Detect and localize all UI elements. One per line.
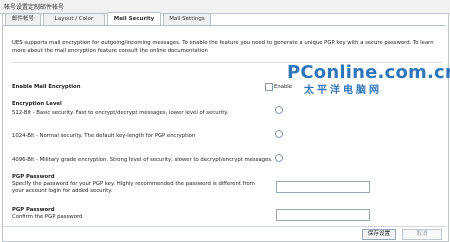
intro-text: UES supports mail encryption for outgoin… [12,40,434,54]
tab-mail-settings[interactable]: Mail Settings [163,13,211,25]
tab-content [3,25,446,239]
encryption-1024-radio[interactable] [275,130,283,138]
tab-label: 邮件帐号 [11,16,34,22]
pgp-password-confirm-help: Confirm the PGP password [12,214,83,220]
enable-mail-encryption-checkbox[interactable] [265,83,273,91]
pconline-watermark: PConline.com.cn 太平洋电脑网 [287,62,450,96]
encryption-option-1024: 1024-Bit - Normal security. The default … [12,133,196,139]
pgp-password-help: Specify the password for your PGP key. H… [12,181,255,194]
encryption-level-heading: Encryption Level [12,101,62,107]
window-titlebar: 帐号设置定制邮件帐号 [0,0,450,14]
watermark-brand-text: PConline.com.cn [287,62,450,83]
tab-layout-color[interactable]: Layout / Color [43,13,105,25]
watermark-brand-cn-text: 太平洋电脑网 [304,85,382,96]
tab-mail-security[interactable]: Mail Security [107,12,161,26]
tab-label: Mail Settings [169,16,205,22]
pgp-password-input[interactable] [276,181,370,193]
encryption-option-512: 512-Bit - Basic security. Fast to encryp… [12,110,229,116]
cancel-button[interactable]: 取消 [402,229,442,240]
save-settings-label: 保存设置 [367,231,391,237]
tab-mail-account[interactable]: 邮件帐号 [5,13,41,25]
pgp-password-heading: PGP Password [12,174,55,180]
window-title: 帐号设置定制邮件帐号 [4,4,65,11]
encryption-512-radio[interactable] [275,106,283,114]
cancel-label: 取消 [416,231,428,237]
tab-label: Mail Security [113,16,155,22]
save-settings-button[interactable]: 保存设置 [362,229,396,240]
pgp-password-confirm-input[interactable] [276,209,370,221]
tab-label: Layout / Color [54,16,94,22]
enable-mail-encryption-label: Enable Mail Encryption [12,84,81,90]
pgp-password-confirm-heading: PGP Password [12,207,55,213]
encryption-option-4096: 4096-Bit - Military grade encryption. St… [12,157,273,163]
encryption-4096-radio[interactable] [275,154,283,162]
